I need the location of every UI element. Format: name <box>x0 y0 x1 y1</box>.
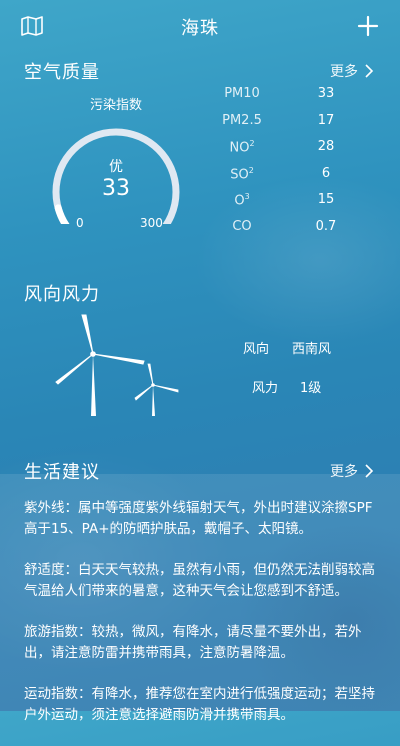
pollutant-value: 6 <box>321 165 331 181</box>
pollutant-list: PM10 33 PM2.5 17 NO2 28 SO2 6 O3 15 CO 0… <box>206 86 366 245</box>
wind-direction-label: 风向 <box>242 342 269 357</box>
pollutant-name: PM2.5 <box>222 112 262 128</box>
pollutant-name: NO <box>229 140 250 156</box>
aqi-min-label: 0 <box>76 216 84 230</box>
wind-info: 风向 西南风 风力 1级 <box>230 338 360 416</box>
advice-sport: 运动指数：有降水，推荐您在室内进行低强度运动；若坚持户外运动，须注意选择避雨防滑… <box>24 686 375 723</box>
pollutant-subscript: 3 <box>244 192 250 201</box>
wind-level-value: 1级 <box>300 381 322 396</box>
pollutant-row: PM2.5 17 <box>206 113 366 140</box>
pollutant-subscript: 2 <box>249 139 255 148</box>
city-title: 海珠 <box>181 18 219 39</box>
pollutant-row: O3 15 <box>206 192 366 219</box>
pollutant-value: 28 <box>317 139 335 154</box>
pollution-index-label: 污染指数 <box>89 98 142 113</box>
pollutant-name: PM10 <box>224 86 260 101</box>
pollutant-value: 15 <box>317 192 335 207</box>
chevron-right-icon <box>365 64 374 78</box>
wind-direction-value: 西南风 <box>292 342 332 357</box>
plus-icon[interactable] <box>356 14 380 38</box>
wind-level-row: 风力 1级 <box>230 377 360 396</box>
advice-travel: 旅游指数：较热，微风，有降水，请尽量不要外出，若外出，请注意防雷并携带雨具，注意… <box>24 624 362 661</box>
air-quality-more-link[interactable]: 更多 <box>330 61 374 81</box>
wind-title: 风向风力 <box>24 284 100 305</box>
aqi-gauge-fill <box>54 204 70 224</box>
aqi-max-label: 300 <box>140 216 163 230</box>
pollutant-row: PM10 33 <box>206 86 366 113</box>
pollutant-row: SO2 6 <box>206 166 366 193</box>
pollutant-name: O <box>234 193 245 209</box>
wind-level-label: 风力 <box>251 381 278 396</box>
wind-turbine-icon <box>55 314 179 416</box>
pollutant-subscript: 2 <box>248 165 254 175</box>
pollutant-name: SO <box>230 166 249 182</box>
aqi-quality: 优 <box>109 159 123 175</box>
pollutant-value: 0.7 <box>315 218 337 234</box>
air-quality-title: 空气质量 <box>24 62 100 83</box>
pollutant-row: NO2 28 <box>206 139 366 166</box>
top-bar: 海珠 <box>0 0 400 52</box>
pollutant-row: CO 0.7 <box>206 219 366 246</box>
aqi-value: 33 <box>102 176 130 201</box>
advice-comfort: 舒适度：白天天气较热，虽然有小雨，但仍然无法削弱较高气温给人们带来的暑意，这种天… <box>24 562 375 599</box>
advice-uv: 紫外线：属中等强度紫外线辐射天气，外出时建议涂擦SPF高于15、PA+的防晒护肤… <box>24 500 373 537</box>
pollutant-name: CO <box>232 218 252 234</box>
pollutant-value: 33 <box>317 86 335 101</box>
more-label: 更多 <box>330 64 358 80</box>
wind-direction-row: 风向 西南风 <box>230 338 360 357</box>
advice-list: 紫外线：属中等强度紫外线辐射天气，外出时建议涂擦SPF高于15、PA+的防晒护肤… <box>24 498 376 746</box>
pollutant-value: 17 <box>317 112 335 128</box>
